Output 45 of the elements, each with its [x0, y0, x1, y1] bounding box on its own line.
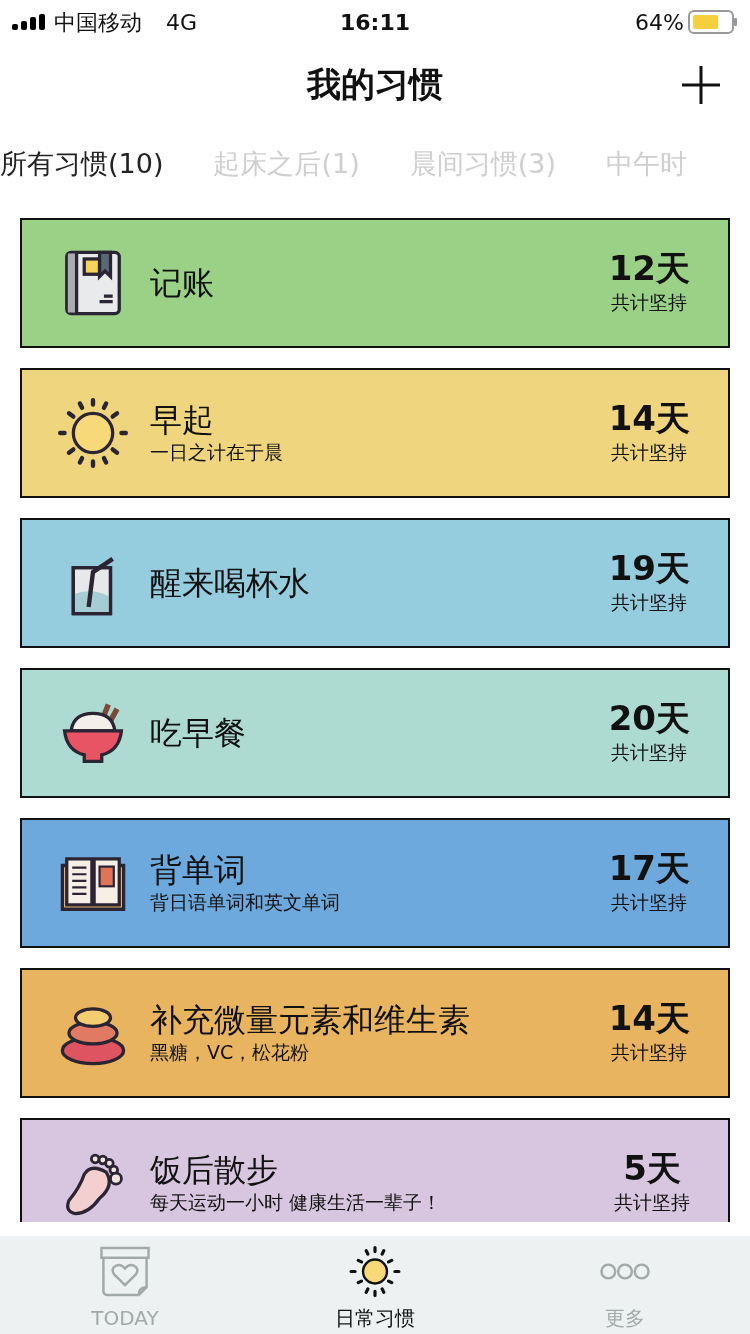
habit-name: 补充微量元素和维生素 [150, 1001, 471, 1040]
habit-card[interactable]: 补充微量元素和维生素 黑糖，VC，松花粉 14天 共计坚持 [20, 968, 730, 1098]
carrier-name: 中国移动 [54, 8, 142, 37]
streak-days: 12天 [608, 249, 690, 289]
streak-days: 17天 [608, 849, 690, 889]
habit-name: 吃早餐 [150, 713, 247, 753]
streak-caption: 共计坚持 [610, 740, 689, 766]
category-tab[interactable]: 所有习惯(10) [0, 143, 164, 185]
streak-days: 14天 [608, 399, 690, 439]
habit-note: 背日语单词和英文单词 [150, 889, 341, 915]
habit-name: 记账 [150, 263, 215, 303]
habit-card[interactable]: 早起 一日之计在于晨 14天 共计坚持 [20, 368, 730, 498]
calendar-heart-icon [99, 1246, 151, 1297]
sun-icon [58, 398, 128, 468]
battery-percent: 64% [635, 8, 684, 37]
habit-card[interactable]: 背单词 背日语单词和英文单词 17天 共计坚持 [20, 818, 730, 948]
signal-icon [12, 14, 46, 30]
habit-name: 背单词 [150, 851, 247, 890]
add-icon[interactable] [682, 66, 720, 104]
bottom-tab[interactable]: 日常习惯 [250, 1236, 500, 1334]
battery-icon [688, 10, 738, 34]
page-title: 我的习惯 [307, 62, 443, 106]
streak-caption: 共计坚持 [610, 290, 689, 316]
clock-time: 16:11 [339, 8, 411, 37]
streak-days: 14天 [608, 999, 690, 1039]
streak-days: 19天 [608, 549, 690, 589]
habit-name: 醒来喝杯水 [150, 563, 311, 603]
habit-card[interactable]: 饭后散步 每天运动一小时 健康生活一辈子！ 5天 共计坚持 [20, 1118, 730, 1222]
streak-days: 20天 [608, 699, 690, 739]
habit-note: 每天运动一小时 健康生活一辈子！ [150, 1189, 443, 1215]
streak-caption: 共计坚持 [610, 590, 689, 616]
streak-caption: 共计坚持 [610, 1040, 689, 1066]
network-type: 4G [166, 8, 198, 37]
streak-caption: 共计坚持 [610, 440, 689, 466]
habit-card[interactable]: 吃早餐 20天 共计坚持 [20, 668, 730, 798]
habit-card[interactable]: 醒来喝杯水 19天 共计坚持 [20, 518, 730, 648]
habit-note: 黑糖，VC，松花粉 [150, 1039, 311, 1065]
habit-card[interactable]: 记账 12天 共计坚持 [20, 218, 730, 348]
habit-note: 一日之计在于晨 [150, 439, 284, 465]
habit-name: 饭后散步 [150, 1151, 279, 1190]
streak-caption: 共计坚持 [610, 890, 689, 916]
streak-days: 5天 [614, 1149, 690, 1189]
streak-caption: 共计坚持 [614, 1190, 690, 1216]
habit-name: 早起 [150, 401, 215, 440]
sun-icon [349, 1246, 401, 1297]
